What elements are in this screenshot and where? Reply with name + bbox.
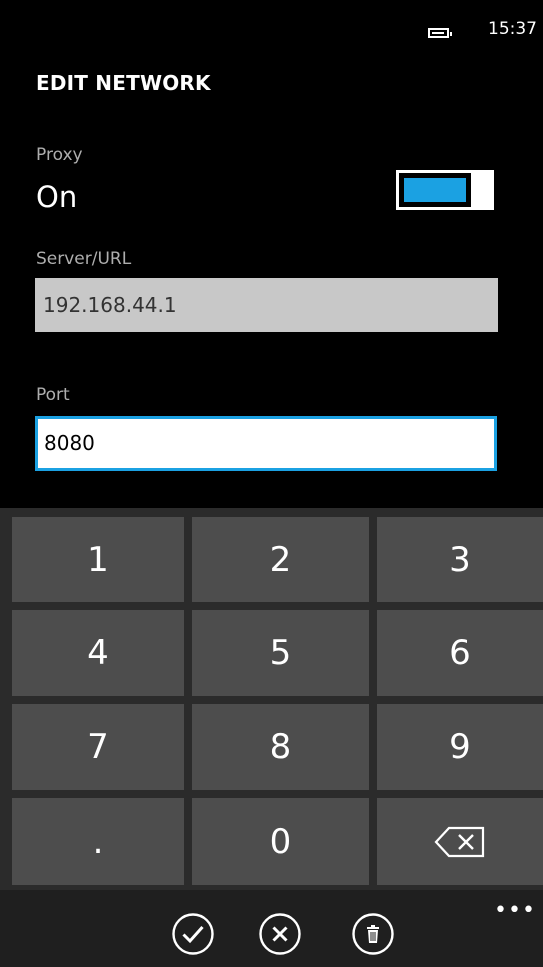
proxy-status-value: On bbox=[36, 180, 78, 214]
backspace-key[interactable] bbox=[377, 798, 543, 885]
port-label: Port bbox=[36, 385, 70, 405]
toggle-thumb[interactable] bbox=[473, 170, 494, 210]
toggle-fill bbox=[404, 178, 466, 202]
server-url-input[interactable]: 192.168.44.1 bbox=[35, 278, 498, 332]
proxy-label: Proxy bbox=[36, 145, 83, 165]
more-icon[interactable]: ••• bbox=[494, 898, 536, 923]
key-4[interactable]: 4 bbox=[12, 610, 184, 696]
check-icon bbox=[172, 913, 214, 955]
port-input[interactable]: 8080 bbox=[35, 416, 497, 471]
trash-icon bbox=[352, 913, 394, 955]
key-7[interactable]: 7 bbox=[12, 704, 184, 790]
battery-icon bbox=[428, 28, 452, 38]
backspace-icon bbox=[434, 826, 485, 857]
page-title: EDIT NETWORK bbox=[36, 71, 211, 95]
key-2[interactable]: 2 bbox=[192, 517, 369, 602]
status-bar: 15:37 bbox=[0, 0, 543, 52]
key-decimal[interactable]: . bbox=[12, 798, 184, 885]
numeric-keypad: 1 2 3 4 5 6 7 8 9 . 0 bbox=[0, 508, 543, 890]
key-0[interactable]: 0 bbox=[192, 798, 369, 885]
toggle-track bbox=[396, 170, 474, 210]
key-1[interactable]: 1 bbox=[12, 517, 184, 602]
key-5[interactable]: 5 bbox=[192, 610, 369, 696]
save-button[interactable] bbox=[171, 912, 215, 956]
delete-button[interactable] bbox=[351, 912, 395, 956]
key-8[interactable]: 8 bbox=[192, 704, 369, 790]
key-6[interactable]: 6 bbox=[377, 610, 543, 696]
application-bar: ••• bbox=[0, 890, 543, 967]
key-3[interactable]: 3 bbox=[377, 517, 543, 602]
cancel-button[interactable] bbox=[258, 912, 302, 956]
server-label: Server/URL bbox=[36, 249, 132, 269]
key-9[interactable]: 9 bbox=[377, 704, 543, 790]
status-time: 15:37 bbox=[488, 19, 537, 39]
close-icon bbox=[259, 913, 301, 955]
proxy-toggle[interactable] bbox=[396, 170, 498, 210]
